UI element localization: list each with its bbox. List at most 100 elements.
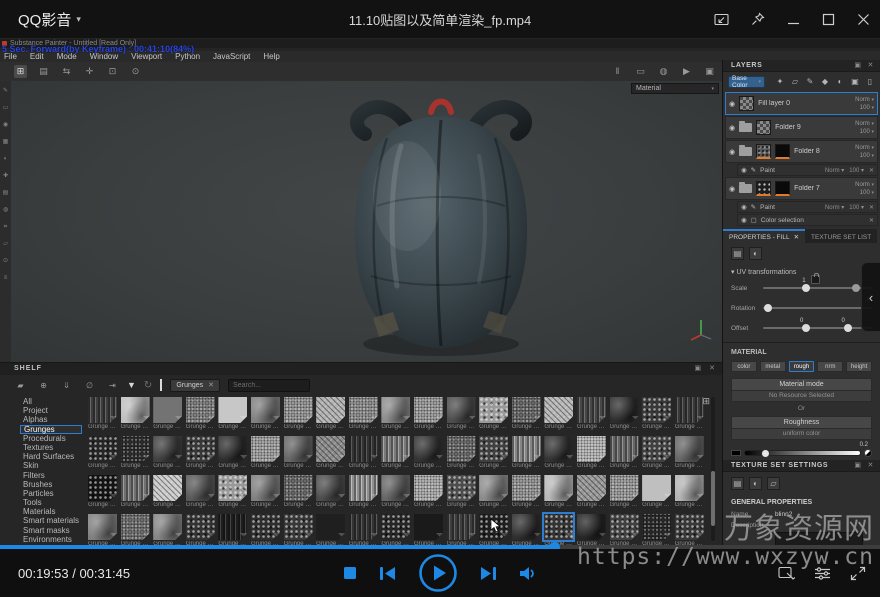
texture-thumbnail[interactable] [153,475,182,501]
texture-thumbnail[interactable] [381,514,410,540]
texture-thumbnail[interactable] [284,475,313,501]
texture-tile[interactable]: Grunge Dirt [349,397,378,431]
texture-tile[interactable]: Grunge Pa... [512,475,541,509]
texture-tile[interactable]: Grunge Di... [544,397,573,431]
category-smart-masks[interactable]: Smart masks [20,526,82,535]
close-button[interactable] [857,13,870,26]
slider-knob[interactable] [802,284,810,292]
texture-thumbnail[interactable] [284,397,313,423]
category-alphas[interactable]: Alphas [20,415,82,424]
mask-thumbnail[interactable] [775,181,790,196]
category-hard-surfaces[interactable]: Hard Surfaces [20,452,82,461]
texture-tile[interactable]: Grunge Pl... [610,475,639,509]
environment-icon[interactable]: ▶ [680,65,693,78]
visibility-eye-icon[interactable]: ◉ [729,148,735,156]
texture-tile[interactable]: Grunge M... [186,475,215,509]
texture-thumbnail[interactable] [251,397,280,423]
add-paint-icon[interactable]: ✎ [805,75,815,88]
texture-thumbnail[interactable] [251,436,280,462]
layer-thumbnail[interactable] [756,120,771,135]
layer-row-folder-9[interactable]: ◉ Folder 9 Norm ▾ 100 ▾ [725,116,878,139]
texture-tile[interactable]: Grunge M... [349,475,378,509]
texture-tile[interactable]: Grunge Co... [153,397,182,431]
texture-thumbnail[interactable] [218,397,247,423]
tab-texture-set-list[interactable]: TEXTURE SET LIST [805,229,877,243]
texture-tile[interactable]: Grunge Fi... [153,436,182,470]
color-swatch[interactable] [864,449,872,457]
sphere-icon[interactable]: ◐ [749,477,762,490]
texture-tile[interactable]: Grunge M... [447,475,476,509]
texture-tile[interactable]: Grunge M... [251,475,280,509]
texture-thumbnail[interactable] [251,475,280,501]
texture-tile[interactable]: Grunge Sp... [218,514,247,545]
texture-tile[interactable]: Grunge Ga... [284,436,313,470]
category-tools[interactable]: Tools [20,498,82,507]
slider-knob[interactable] [802,324,810,332]
display-mode-icon[interactable]: ▤ [37,65,50,78]
texture-thumbnail[interactable] [447,514,476,540]
maximize-button[interactable] [822,13,835,26]
stop-button[interactable] [343,566,357,580]
texture-tile[interactable]: Grunge Ro... [675,475,704,509]
slider-knob[interactable] [852,284,860,292]
search-input[interactable] [228,379,310,392]
texture-tile[interactable]: Grunge St... [381,514,410,545]
add-fill-icon[interactable]: ◆ [820,75,830,88]
layer-thumbnail[interactable] [739,96,754,111]
folder-icon[interactable]: ▰ [14,379,27,392]
layer-effect-paint[interactable]: ◉ ✎ Paint Norm ▾ 100 ▾ ✕ [737,201,878,213]
visibility-eye-icon[interactable]: ◉ [729,100,735,108]
texture-tile[interactable]: Grunge Di... [381,397,410,431]
uniform-color-button[interactable]: Roughness uniform color [731,416,872,440]
texture-tile[interactable]: Grunge Ro... [642,475,671,509]
category-environments[interactable]: Environments [20,535,82,544]
texture-tile[interactable]: Grunge D... [610,397,639,431]
texture-thumbnail[interactable] [675,436,704,462]
sphere-view-icon[interactable]: ◍ [657,65,670,78]
texture-thumbnail[interactable] [512,397,541,423]
texture-tile[interactable]: Grunge Le... [447,436,476,470]
texture-tile[interactable]: Grunge Br... [88,397,117,431]
shading-mode-dropdown[interactable]: Material ▾ [631,83,719,94]
paint-tool-icon[interactable]: ✎ [1,87,10,95]
projection-tool-icon[interactable]: ◉ [1,121,10,129]
offset-slider[interactable]: 0 0 [763,327,872,329]
texture-thumbnail[interactable] [349,436,378,462]
texture-thumbnail[interactable] [88,514,117,540]
texture-thumbnail[interactable] [186,436,215,462]
filter-funnel-icon[interactable]: ▼ [127,380,136,390]
export-icon[interactable]: ⇥ [106,379,119,392]
import-icon[interactable]: ⇓ [60,379,73,392]
float-panel-icon[interactable]: ▣ [854,460,861,472]
texture-tile[interactable]: Grunge M... [577,436,606,470]
plane-view-icon[interactable]: ▭ [634,65,647,78]
gear-icon[interactable]: ⊙ [1,257,10,265]
play-button[interactable] [418,553,458,593]
category-smart-materials[interactable]: Smart materials [20,516,82,525]
next-button[interactable] [480,566,497,581]
shelf-scrollbar[interactable] [711,397,715,541]
texture-tile[interactable]: Grunge Di... [414,397,443,431]
texture-tile[interactable]: Grunge M... [544,436,573,470]
texture-tile[interactable]: Grunge St... [349,514,378,545]
texture-tile[interactable]: Grunge Le... [414,436,443,470]
texture-tile[interactable]: Grunge M... [153,475,182,509]
texture-thumbnail[interactable] [642,397,671,423]
texture-thumbnail[interactable] [186,514,215,540]
texture-thumbnail[interactable] [610,397,639,423]
texture-thumbnail[interactable] [349,397,378,423]
texture-thumbnail[interactable] [577,397,606,423]
texture-thumbnail[interactable] [447,475,476,501]
texture-thumbnail[interactable] [121,397,150,423]
texture-tile[interactable]: Grunge Sm... [186,514,215,545]
help-tool-icon[interactable]: ≡ [1,274,10,282]
visibility-eye-icon[interactable]: ◉ [729,185,735,193]
close-panel-icon[interactable]: ✕ [868,60,874,72]
texture-tile[interactable]: Grunge Se... [153,514,182,545]
eraser-tool-icon[interactable]: ▭ [1,104,10,112]
visibility-eye-icon[interactable]: ◉ [741,216,747,224]
visibility-eye-icon[interactable]: ◉ [741,203,747,211]
texture-thumbnail[interactable] [121,436,150,462]
texture-tile[interactable]: Grunge W... [675,514,704,545]
material-card-icon[interactable]: ▤ [731,477,744,490]
